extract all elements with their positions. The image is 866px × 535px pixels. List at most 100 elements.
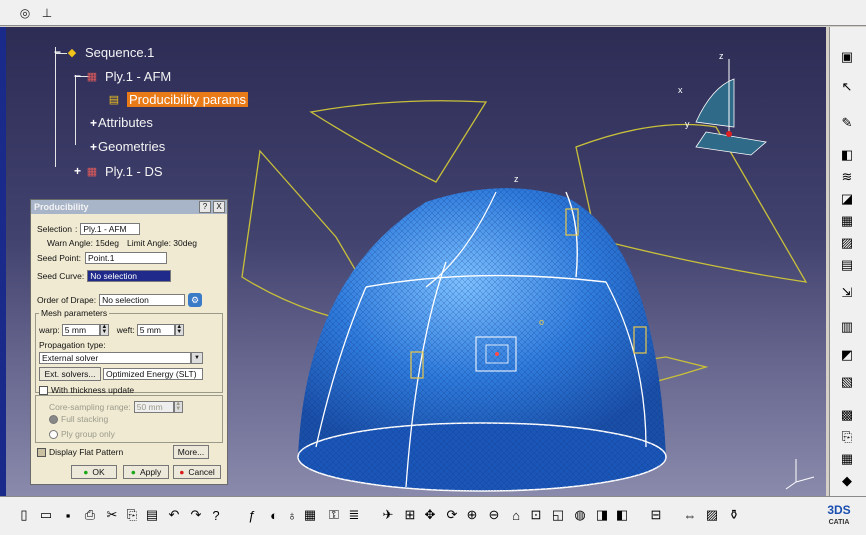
selection-field[interactable]: Ply.1 - AFM (80, 223, 141, 235)
shading-icon[interactable]: ◍ (570, 505, 590, 525)
zoom-in-icon[interactable]: ⊕ (462, 505, 482, 525)
thickness-checkbox[interactable] (39, 385, 48, 395)
redo-icon[interactable]: ↷ (186, 505, 206, 525)
apply-button[interactable]: ● Apply (123, 465, 169, 479)
right-toolbar: ▣ ↖ ✎ ◧ ≋ ◪ ▦ ▨ ▤ ⇲ ▥ ◩ ▧ ▩ ⎘ ▦ ◆ (829, 27, 866, 496)
workbench-icon[interactable]: ▣ (836, 47, 858, 67)
measure-icon[interactable]: ⇔ (680, 505, 700, 525)
cancel-button[interactable]: ● Cancel (173, 465, 221, 479)
limit-angle-label: Limit Angle: 30deg (126, 238, 197, 248)
full-stacking-radio[interactable] (49, 414, 58, 424)
layers-icon[interactable]: ≋ (836, 167, 858, 187)
rotate-icon[interactable]: ⟳ (442, 505, 462, 525)
export-icon[interactable]: ⎘ (836, 427, 858, 447)
flat-pattern-checkbox[interactable] (37, 447, 46, 457)
help-button[interactable]: ? (199, 201, 211, 213)
apply-material-icon[interactable]: ⚱ (724, 505, 744, 525)
order-of-drape-field[interactable]: No selection (99, 294, 186, 306)
core-sampling-field[interactable]: 50 mm (133, 401, 174, 413)
drape-order-icon[interactable]: ⚙ (188, 293, 203, 307)
list-icon[interactable]: ≣ (344, 505, 364, 525)
formula-icon[interactable]: ƒ (242, 505, 262, 525)
grid-icon[interactable]: ▦ (836, 211, 858, 231)
paste-icon[interactable]: ▤ (142, 505, 162, 525)
warp-field[interactable]: 5 mm (61, 324, 100, 336)
svg-text:x: x (678, 85, 683, 95)
lock-icon[interactable]: ⚿ (324, 505, 344, 525)
ply-group-radio[interactable] (49, 429, 58, 439)
spiral-icon[interactable]: ◎ (16, 4, 34, 22)
knowledge-icon[interactable]: ◐ (264, 505, 284, 525)
pan-icon[interactable]: ✥ (420, 505, 440, 525)
sketch-icon[interactable]: ⊟ (646, 505, 666, 525)
multi-view-icon[interactable]: ⊡ (526, 505, 546, 525)
swap-space-icon[interactable]: ◧ (612, 505, 632, 525)
weft-spinner[interactable]: ▲ ▼ (174, 324, 184, 336)
axis-icon[interactable]: ⊥ (38, 4, 56, 22)
select-arrow-icon[interactable]: ↖ (836, 77, 858, 97)
chart-icon[interactable]: ▧ (836, 372, 858, 392)
tree-node-sequence[interactable]: − ◆ Sequence.1 (54, 44, 154, 60)
weft-field[interactable]: 5 mm (136, 324, 175, 336)
folder-icon[interactable]: ▤ (836, 255, 858, 275)
stack-icon[interactable]: ◧ (836, 145, 858, 165)
tree-node-geometries[interactable]: + Geometries (90, 139, 165, 154)
ok-button[interactable]: ● OK (71, 465, 117, 479)
propagation-type-select[interactable]: External solver (39, 352, 191, 364)
ply-tool-icon[interactable]: ✎ (836, 113, 858, 133)
tree-node-ply-afm[interactable]: − ▦ Ply.1 - AFM (74, 68, 171, 84)
ext-solvers-button[interactable]: Ext. solvers... (39, 367, 101, 381)
producibility-dialog: Producibility ? X Selection : Ply.1 - AF… (30, 199, 228, 485)
fly-icon[interactable]: ✈ (378, 505, 398, 525)
tree-node-attributes[interactable]: + Attributes (90, 115, 153, 130)
hide-show-icon[interactable]: ◨ (592, 505, 612, 525)
tree-node-ply-ds[interactable]: + ▦ Ply.1 - DS (74, 163, 163, 179)
undo-icon[interactable]: ↶ (164, 505, 184, 525)
save-icon[interactable]: ▪ (58, 505, 78, 525)
warp-spinner[interactable]: ▲ ▼ (99, 324, 109, 336)
more-button[interactable]: More... (173, 445, 209, 459)
ok-icon: ● (83, 467, 89, 477)
seed-curve-field[interactable]: No selection (87, 270, 172, 282)
open-icon[interactable]: ▭ (36, 505, 56, 525)
sequence-icon: ◆ (67, 46, 77, 59)
top-toolbar: ◎ ⊥ (0, 0, 866, 26)
light-icon[interactable]: ♁ (282, 505, 302, 525)
cube-icon[interactable]: ▥ (836, 317, 858, 337)
dialog-title: Producibility (31, 200, 227, 214)
mesh-icon[interactable]: ▩ (836, 405, 858, 425)
solver-field[interactable]: Optimized Energy (SLT) (103, 368, 203, 380)
tree-node-producibility-params[interactable]: ▤ Producibility params (104, 91, 249, 107)
fit-all-icon[interactable]: ⊞ (400, 505, 420, 525)
bottom-toolbar: ▯ ▭ ▪ ⎙ ✂ ⎘ ▤ ↶ ↷ ? ƒ ◐ ♁ ▦ ⚿ ≣ ✈ ⊞ ✥ ⟳ … (0, 496, 866, 535)
ply-group-label: Ply group only (61, 429, 115, 439)
weft-label: weft: (116, 325, 135, 335)
ply-icon: ▦ (86, 165, 98, 178)
new-icon[interactable]: ▯ (14, 505, 34, 525)
whats-this-icon[interactable]: ? (206, 505, 226, 525)
section-icon[interactable]: ▨ (702, 505, 722, 525)
cut-icon[interactable]: ✂ (102, 505, 122, 525)
ply-group-icon[interactable]: ▨ (836, 233, 858, 253)
pattern-icon[interactable]: ▦ (836, 449, 858, 469)
normal-view-icon[interactable]: ⌂ (506, 505, 526, 525)
print-icon[interactable]: ⎙ (80, 505, 100, 525)
cancel-icon: ● (179, 467, 185, 477)
shape-icon[interactable]: ◆ (836, 471, 858, 491)
propagation-type-label: Propagation type: (39, 340, 106, 350)
transfer-icon[interactable]: ⇲ (836, 283, 858, 303)
seed-point-field[interactable]: Point.1 (84, 252, 167, 264)
copy-icon[interactable]: ⎘ (122, 505, 142, 525)
analysis-icon[interactable]: ◩ (836, 345, 858, 365)
zoom-out-icon[interactable]: ⊖ (484, 505, 504, 525)
surface-icon[interactable]: ◪ (836, 189, 858, 209)
core-spinner[interactable]: ▲ ▼ (173, 401, 183, 413)
seed-curve-label: Seed Curve: (37, 271, 85, 281)
close-button[interactable]: X (213, 201, 225, 213)
iso-view-icon[interactable]: ◱ (548, 505, 568, 525)
spec-tree: − ◆ Sequence.1 − ▦ Ply.1 - AFM ▤ Produci… (30, 27, 280, 197)
warn-angle-label: Warn Angle: 15deg (47, 238, 119, 248)
svg-text:y: y (685, 119, 690, 129)
table-icon[interactable]: ▦ (300, 505, 320, 525)
chevron-down-icon[interactable]: ▼ (191, 352, 203, 364)
